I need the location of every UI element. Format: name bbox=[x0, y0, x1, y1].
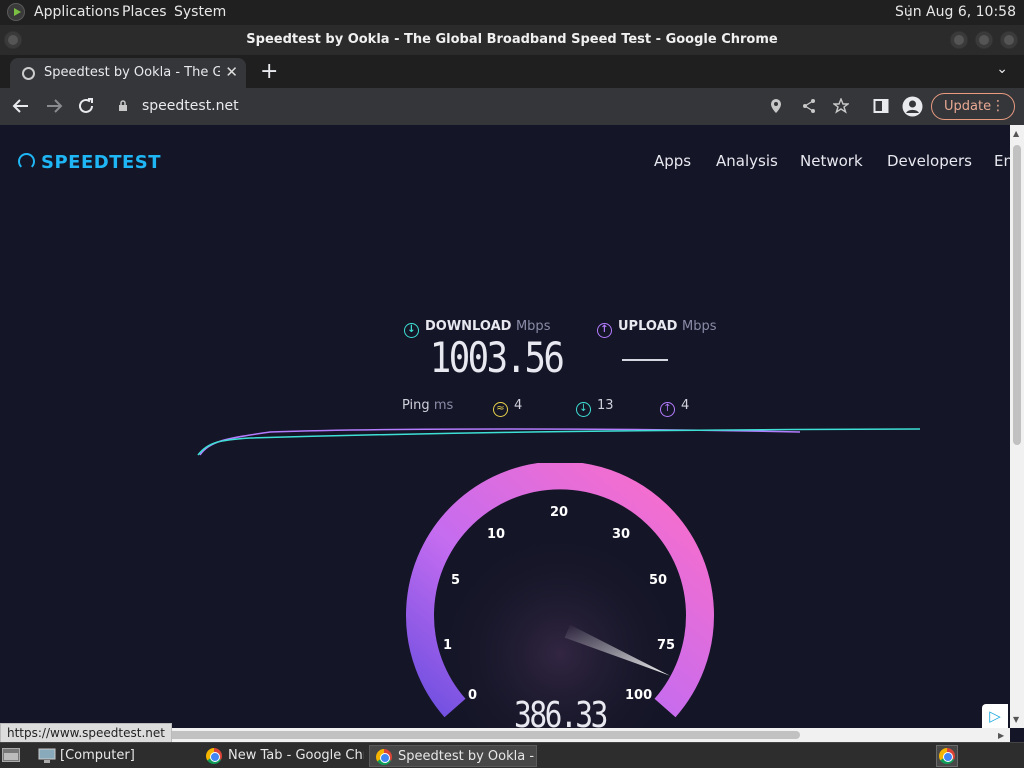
location-icon[interactable] bbox=[769, 98, 783, 114]
download-value: 1003.56 bbox=[429, 333, 565, 382]
browser-toolbar: speedtest.net Update ⋮ bbox=[0, 88, 1024, 125]
update-button[interactable]: Update ⋮ bbox=[931, 93, 1015, 120]
ping-label-text: Ping bbox=[402, 398, 430, 413]
gauge-tick-0: 0 bbox=[468, 688, 478, 703]
ping-upload-icon: ↑ bbox=[660, 402, 675, 417]
upload-value-placeholder bbox=[622, 359, 668, 361]
chrome-icon bbox=[206, 748, 222, 764]
speedtest-page: SPEEDTEST Apps Analysis Network Develope… bbox=[0, 125, 1010, 728]
taskbar-label: [Computer] bbox=[60, 748, 135, 763]
nav-developers[interactable]: Developers bbox=[887, 152, 972, 170]
bookmark-star-icon[interactable] bbox=[833, 98, 849, 114]
upload-header: ↑ UPLOAD Mbps bbox=[597, 319, 717, 338]
applications-menu[interactable]: Applications bbox=[34, 4, 120, 20]
nav-apps[interactable]: Apps bbox=[654, 152, 691, 170]
status-bubble: https://www.speedtest.net bbox=[0, 723, 172, 743]
window-menu-button[interactable] bbox=[4, 31, 22, 49]
chrome-menu-icon[interactable]: ⋮ bbox=[991, 98, 1005, 114]
upload-arrow-icon: ↑ bbox=[597, 323, 612, 338]
tab-search-icon[interactable]: ⌄ bbox=[996, 61, 1008, 77]
gauge-tick-100: 100 bbox=[625, 688, 653, 703]
reload-icon[interactable] bbox=[77, 97, 95, 115]
nav-analysis[interactable]: Analysis bbox=[716, 152, 778, 170]
vertical-scrollbar[interactable]: ▲ ▼ bbox=[1010, 125, 1024, 728]
computer-icon bbox=[38, 748, 56, 763]
gauge-tick-75: 75 bbox=[657, 638, 676, 653]
speedtest-favicon-icon bbox=[22, 67, 35, 80]
ping-upload-value: 4 bbox=[681, 398, 690, 413]
new-tab-button[interactable]: + bbox=[260, 59, 278, 84]
download-label: DOWNLOAD bbox=[425, 319, 512, 334]
gauge-tick-30: 30 bbox=[612, 527, 631, 542]
ping-unit: ms bbox=[433, 398, 454, 413]
ping-download-icon: ↓ bbox=[576, 402, 591, 417]
ping-download-value: 13 bbox=[597, 398, 614, 413]
places-menu[interactable]: Places bbox=[122, 4, 167, 20]
download-history-line bbox=[197, 428, 921, 456]
taskbar-label: Speedtest by Ookla - The Global Broadban… bbox=[398, 749, 536, 764]
upload-label: UPLOAD bbox=[618, 319, 678, 334]
share-icon[interactable] bbox=[801, 98, 817, 114]
window-title: Speedtest by Ookla - The Global Broadban… bbox=[246, 32, 778, 47]
top-panel: Applications Places System Sun Aug 6, 10… bbox=[0, 0, 1024, 25]
ping-idle-icon: ≈ bbox=[493, 402, 508, 417]
back-icon[interactable] bbox=[12, 97, 30, 115]
panel-clock[interactable]: Sun Aug 6, 10:58 bbox=[895, 4, 1016, 20]
taskbar-label: New Tab - Google Chrome bbox=[228, 748, 364, 763]
upload-unit: Mbps bbox=[682, 319, 717, 334]
vertical-scroll-thumb[interactable] bbox=[1013, 145, 1021, 445]
taskbar-item-speedtest[interactable]: Speedtest by Ookla - The Global Broadban… bbox=[369, 745, 537, 767]
close-tab-icon[interactable]: ✕ bbox=[225, 63, 238, 81]
gauge-tick-1: 1 bbox=[443, 638, 453, 653]
download-arrow-icon: ↓ bbox=[404, 323, 419, 338]
taskbar: [Computer] New Tab - Google Chrome Speed… bbox=[0, 742, 1024, 768]
taskbar-item-computer[interactable]: [Computer] bbox=[32, 745, 194, 767]
chrome-icon bbox=[376, 749, 392, 765]
forward-icon[interactable] bbox=[45, 97, 63, 115]
applications-icon[interactable] bbox=[7, 3, 25, 21]
logo-text: SPEEDTEST bbox=[41, 152, 162, 173]
ping-idle: ≈4 bbox=[493, 398, 522, 417]
speed-gauge bbox=[406, 463, 714, 728]
scroll-down-icon[interactable]: ▼ bbox=[1013, 715, 1019, 724]
horizontal-scroll-thumb[interactable] bbox=[160, 731, 800, 739]
minimize-button[interactable] bbox=[950, 31, 968, 49]
gauge-tick-5: 5 bbox=[451, 573, 461, 588]
tab-label: Speedtest by Ookla - The Global Broadban… bbox=[44, 65, 220, 80]
ping-idle-value: 4 bbox=[514, 398, 523, 413]
gauge-tick-10: 10 bbox=[487, 527, 506, 542]
ping-label: Ping ms bbox=[402, 398, 453, 413]
show-desktop-icon[interactable] bbox=[2, 748, 20, 762]
ping-download: ↓ 13 bbox=[576, 398, 614, 417]
ping-upload: ↑ 4 bbox=[660, 398, 689, 417]
lock-icon[interactable] bbox=[118, 100, 128, 111]
adchoices-icon[interactable]: ▷ bbox=[982, 704, 1008, 728]
workspace-switcher[interactable] bbox=[936, 745, 958, 767]
taskbar-item-new-tab[interactable]: New Tab - Google Chrome bbox=[200, 745, 364, 767]
system-menu[interactable]: System bbox=[174, 4, 226, 20]
nav-network[interactable]: Network bbox=[800, 152, 863, 170]
chrome-icon bbox=[939, 748, 955, 764]
update-label: Update bbox=[944, 99, 992, 114]
scroll-right-icon[interactable]: ▶ bbox=[998, 731, 1004, 740]
address-bar[interactable]: speedtest.net bbox=[142, 98, 239, 114]
nav-enterprise[interactable]: Enterprise bbox=[994, 152, 1010, 170]
speed-history-graph bbox=[197, 428, 921, 456]
gauge-current-value: 386.33 bbox=[514, 695, 608, 728]
gauge-tick-20: 20 bbox=[550, 505, 569, 520]
close-window-button[interactable] bbox=[1000, 31, 1018, 49]
window-title-bar[interactable]: Speedtest by Ookla - The Global Broadban… bbox=[0, 25, 1024, 55]
gauge-tick-50: 50 bbox=[649, 573, 668, 588]
tab-strip: Speedtest by Ookla - The Global Broadban… bbox=[0, 55, 1024, 88]
side-panel-icon[interactable] bbox=[873, 98, 889, 114]
tab-speedtest[interactable]: Speedtest by Ookla - The Global Broadban… bbox=[10, 58, 246, 88]
speedtest-logo[interactable]: SPEEDTEST bbox=[18, 152, 161, 173]
download-unit: Mbps bbox=[515, 319, 551, 334]
scroll-up-icon[interactable]: ▲ bbox=[1013, 129, 1019, 138]
speedtest-gauge-icon bbox=[18, 153, 35, 170]
profile-avatar-icon[interactable] bbox=[902, 96, 923, 117]
maximize-button[interactable] bbox=[975, 31, 993, 49]
